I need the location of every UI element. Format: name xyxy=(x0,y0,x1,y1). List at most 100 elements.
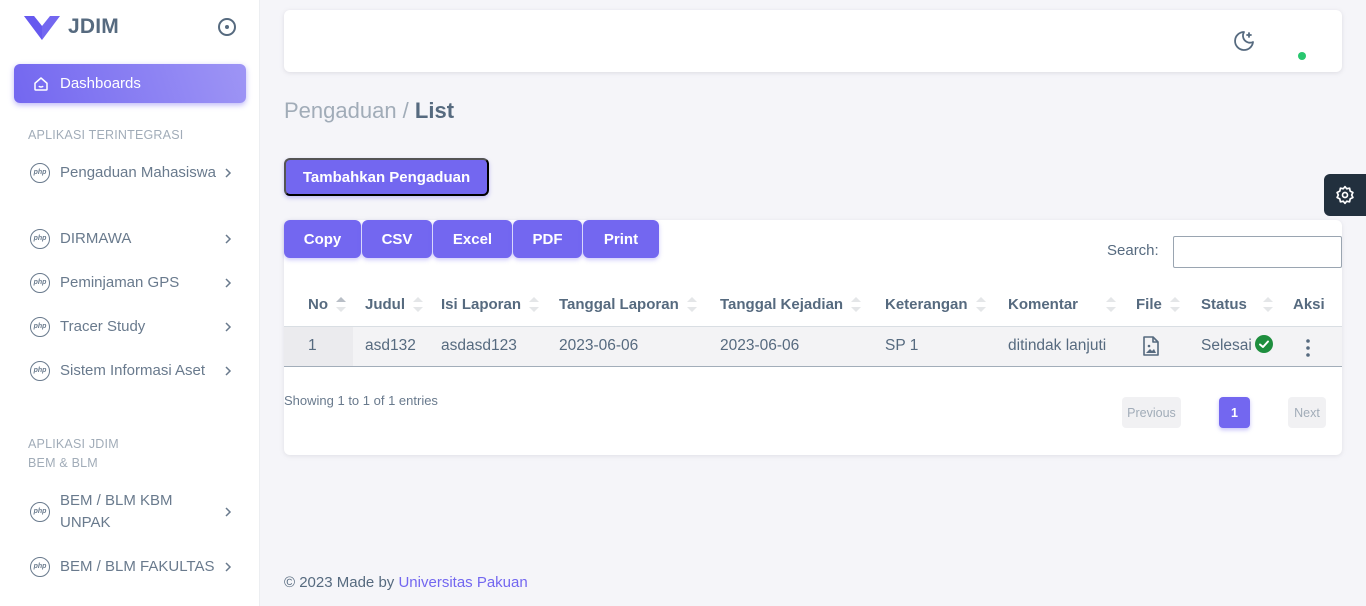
copy-button[interactable]: Copy xyxy=(284,220,361,258)
sidebar-item-pengaduan-mahasiswa[interactable]: php Pengaduan Mahasiswa xyxy=(30,162,236,184)
cell-tanggal-laporan: 2023-06-06 xyxy=(559,337,639,354)
more-vertical-icon[interactable] xyxy=(1299,338,1317,358)
cell-status: Selesai xyxy=(1201,337,1252,354)
sidebar-item-dashboards[interactable]: Dashboards xyxy=(14,64,246,103)
breadcrumb-current: List xyxy=(414,98,455,123)
php-icon: php xyxy=(30,502,50,522)
template-customizer-button[interactable] xyxy=(1324,174,1366,216)
column-header-label: Tanggal Kejadian xyxy=(720,296,844,313)
brand-name: JDIM xyxy=(68,15,119,38)
sort-icon xyxy=(686,297,697,312)
column-header-label: File xyxy=(1136,296,1162,313)
sidebar-item-sistem-informasi-aset[interactable]: php Sistem Informasi Aset xyxy=(30,360,236,382)
brand[interactable]: JDIM xyxy=(24,12,119,42)
cell-judul: asd132 xyxy=(365,337,416,354)
column-header-tanggal-laporan[interactable]: Tanggal Laporan xyxy=(559,296,697,313)
brand-logo-icon xyxy=(24,16,60,40)
sidebar-item-label: Peminjaman GPS xyxy=(60,274,180,291)
column-header-no[interactable]: No xyxy=(308,296,346,313)
column-header-label: Isi Laporan xyxy=(441,296,522,313)
column-header-label: Komentar xyxy=(1008,296,1079,313)
column-header-label: Keterangan xyxy=(885,296,968,313)
cell-tanggal-kejadian: 2023-06-06 xyxy=(720,337,800,354)
search-input[interactable] xyxy=(1173,236,1342,268)
chevron-right-icon xyxy=(225,322,232,332)
cell-no: 1 xyxy=(308,337,317,354)
csv-button[interactable]: CSV xyxy=(362,220,432,258)
column-header-status[interactable]: Status xyxy=(1201,296,1273,313)
sort-icon xyxy=(529,297,540,312)
online-status-dot xyxy=(1298,52,1306,60)
cell-keterangan: SP 1 xyxy=(885,337,919,354)
column-header-label: Judul xyxy=(365,296,405,313)
column-header-komentar[interactable]: Komentar xyxy=(1008,296,1117,313)
sidebar: JDIM Dashboards APLIKASI TERINTEGRASI ph… xyxy=(0,0,260,606)
table-bottom-divider xyxy=(284,366,1342,367)
column-header-keterangan[interactable]: Keterangan xyxy=(885,296,986,313)
sort-icon xyxy=(413,297,423,312)
excel-button[interactable]: Excel xyxy=(433,220,512,258)
sidebar-item-tracer-study[interactable]: php Tracer Study xyxy=(30,316,236,338)
column-header-file[interactable]: File xyxy=(1136,296,1180,313)
gear-icon xyxy=(1336,185,1354,205)
column-header-label: Status xyxy=(1201,296,1247,313)
sort-icon xyxy=(1169,297,1180,312)
chevron-right-icon xyxy=(225,507,232,517)
php-icon: php xyxy=(30,557,50,577)
home-icon xyxy=(34,76,48,91)
sidebar-item-label: DIRMAWA xyxy=(60,230,132,247)
sidebar-item-label: Sistem Informasi Aset xyxy=(60,362,206,379)
column-header-label: No xyxy=(308,296,328,313)
sidebar-item-bem-blm-kbm[interactable]: php BEM / BLM KBM UNPAK xyxy=(30,490,236,534)
add-pengaduan-button[interactable]: Tambahkan Pengaduan xyxy=(284,158,489,196)
chevron-right-icon xyxy=(225,168,232,178)
column-header-tanggal-kejadian[interactable]: Tanggal Kejadian xyxy=(720,296,862,313)
chevron-right-icon xyxy=(225,562,232,572)
row-sorted-cell-bg xyxy=(284,327,353,366)
php-icon: php xyxy=(30,361,50,381)
sidebar-collapse-toggle[interactable] xyxy=(218,18,236,36)
footer-text: © 2023 Made by xyxy=(284,574,395,591)
menu-header-integrated: APLIKASI TERINTEGRASI xyxy=(28,128,184,142)
sort-icon xyxy=(1106,297,1117,312)
cell-isi-laporan: asdasd123 xyxy=(441,337,517,354)
php-icon: php xyxy=(30,229,50,249)
menu-header-jdim: APLIKASI JDIM BEM & BLM xyxy=(28,437,119,470)
sidebar-item-dirmawa[interactable]: php DIRMAWA xyxy=(30,228,236,250)
sidebar-item-label: Pengaduan Mahasiswa xyxy=(60,164,216,181)
column-header-judul[interactable]: Judul xyxy=(365,296,423,313)
check-circle-icon xyxy=(1255,335,1273,353)
chevron-right-icon xyxy=(225,366,232,376)
search-label: Search: xyxy=(1107,242,1159,259)
sidebar-item-label: Tracer Study xyxy=(60,318,146,335)
page-title: Pengaduan / List xyxy=(284,98,454,124)
column-header-label: Aksi xyxy=(1293,296,1325,313)
pagination-previous[interactable]: Previous xyxy=(1122,397,1181,428)
php-icon: php xyxy=(30,163,50,183)
php-icon: php xyxy=(30,317,50,337)
pagination-next[interactable]: Next xyxy=(1288,397,1326,428)
column-header-isi-laporan[interactable]: Isi Laporan xyxy=(441,296,540,313)
sidebar-item-label: BEM / BLM KBM UNPAK xyxy=(60,492,173,531)
cell-komentar: ditindak lanjuti xyxy=(1008,337,1107,354)
pagination-page-1[interactable]: 1 xyxy=(1219,397,1250,428)
image-file-icon[interactable] xyxy=(1142,336,1160,356)
column-header-label: Tanggal Laporan xyxy=(559,296,679,313)
sidebar-item-label: BEM / BLM FAKULTAS xyxy=(60,558,215,575)
footer-link[interactable]: Universitas Pakuan xyxy=(398,574,527,591)
top-navbar xyxy=(284,10,1342,72)
pdf-button[interactable]: PDF xyxy=(513,220,582,258)
moon-icon[interactable] xyxy=(1232,29,1256,53)
table-info: Showing 1 to 1 of 1 entries xyxy=(284,393,438,408)
chevron-right-icon xyxy=(225,278,232,288)
sort-icon xyxy=(336,297,346,312)
sort-icon xyxy=(851,297,862,312)
chevron-right-icon xyxy=(225,234,232,244)
print-button[interactable]: Print xyxy=(583,220,659,258)
footer: © 2023 Made by Universitas Pakuan xyxy=(284,574,528,591)
toggle-dot xyxy=(225,25,229,29)
sidebar-item-bem-blm-fakultas[interactable]: php BEM / BLM FAKULTAS xyxy=(30,556,236,578)
php-icon: php xyxy=(30,273,50,293)
export-buttons: Copy CSV Excel PDF Print xyxy=(284,220,660,258)
sidebar-item-peminjaman-gps[interactable]: php Peminjaman GPS xyxy=(30,272,236,294)
